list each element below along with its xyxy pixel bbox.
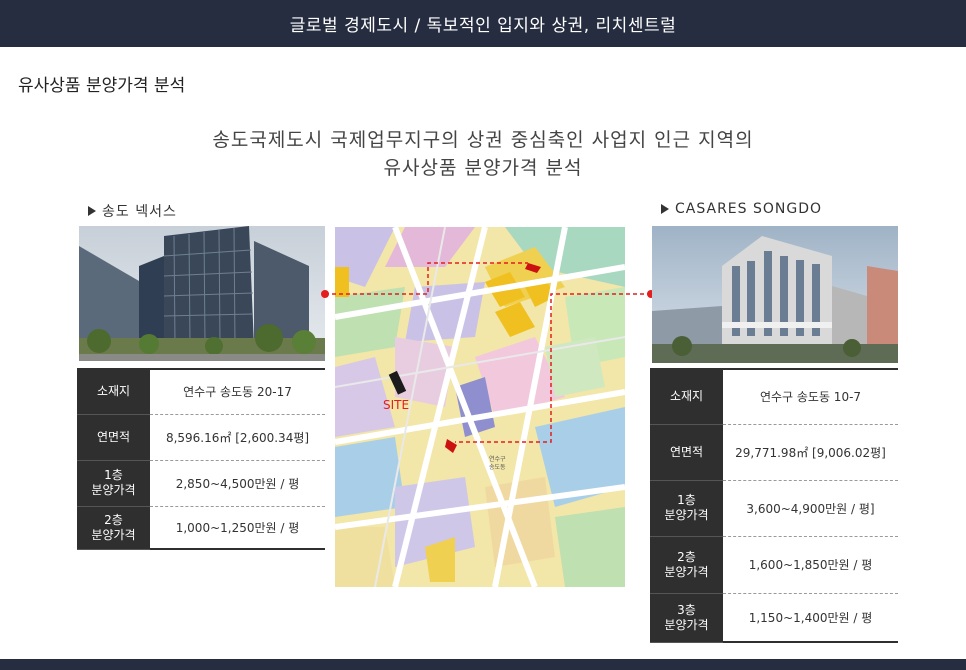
table-row: 1층 분양가격 2,850~4,500만원 / 평 xyxy=(77,460,325,507)
row-label: 연면적 xyxy=(650,424,723,481)
row-label: 2층 분양가격 xyxy=(77,506,150,550)
row-label: 3층 분양가격 xyxy=(650,593,723,643)
site-map: 연수구 송도동 xyxy=(335,227,625,587)
triangle-bullet-icon xyxy=(88,206,96,216)
headline-line-1: 송도국제도시 국제업무지구의 상권 중심축인 사업지 인근 지역의 xyxy=(212,129,754,151)
table-row: 3층 분양가격 1,150~1,400만원 / 평 xyxy=(650,593,898,643)
row-value: 1,150~1,400만원 / 평 xyxy=(723,593,898,643)
headline: 송도국제도시 국제업무지구의 상권 중심축인 사업지 인근 지역의 유사상품 분… xyxy=(0,126,966,182)
triangle-bullet-icon xyxy=(661,204,669,214)
row-label: 연면적 xyxy=(77,414,150,461)
row-label: 1층 분양가격 xyxy=(77,460,150,507)
banner-title: 글로벌 경제도시 / 독보적인 입지와 상권, 리치센트럴 xyxy=(289,16,677,36)
row-label: 1층 분양가격 xyxy=(650,480,723,537)
right-property-label: CASARES SONGDO xyxy=(675,201,823,217)
row-label: 소재지 xyxy=(650,368,723,425)
table-row: 연면적 8,596.16㎡ [2,600.34평] xyxy=(77,414,325,461)
row-value: 1,600~1,850만원 / 평 xyxy=(723,536,898,594)
left-building-photo xyxy=(79,226,325,361)
row-value: 8,596.16㎡ [2,600.34평] xyxy=(150,414,325,461)
right-building-photo xyxy=(652,226,898,363)
row-label: 소재지 xyxy=(77,368,150,415)
row-value: 연수구 송도동 10-7 xyxy=(723,368,898,425)
table-row: 소재지 연수구 송도동 20-17 xyxy=(77,368,325,415)
right-info-table: 소재지 연수구 송도동 10-7 연면적 29,771.98㎡ [9,006.0… xyxy=(650,368,898,643)
top-banner: 글로벌 경제도시 / 독보적인 입지와 상권, 리치센트럴 xyxy=(0,0,966,47)
table-row: 소재지 연수구 송도동 10-7 xyxy=(650,368,898,425)
map-district-label-1: 연수구 xyxy=(489,455,506,463)
table-row: 2층 분양가격 1,600~1,850만원 / 평 xyxy=(650,536,898,594)
row-value: 3,600~4,900만원 / 평] xyxy=(723,480,898,537)
map-district-label-2: 송도동 xyxy=(489,463,506,471)
table-row: 연면적 29,771.98㎡ [9,006.02평] xyxy=(650,424,898,481)
row-value: 2,850~4,500만원 / 평 xyxy=(150,460,325,507)
row-label: 2층 분양가격 xyxy=(650,536,723,594)
row-value: 29,771.98㎡ [9,006.02평] xyxy=(723,424,898,481)
left-property-name: 송도 넥서스 xyxy=(88,201,177,221)
site-label: SITE xyxy=(383,398,410,412)
left-info-table: 소재지 연수구 송도동 20-17 연면적 8,596.16㎡ [2,600.3… xyxy=(77,368,325,550)
headline-line-2: 유사상품 분양가격 분석 xyxy=(383,157,583,179)
table-row: 2층 분양가격 1,000~1,250만원 / 평 xyxy=(77,506,325,550)
section-title: 유사상품 분양가격 분석 xyxy=(18,76,186,96)
right-property-name: CASARES SONGDO xyxy=(661,201,822,217)
row-value: 연수구 송도동 20-17 xyxy=(150,368,325,415)
row-value: 1,000~1,250만원 / 평 xyxy=(150,506,325,550)
bottom-bar xyxy=(0,659,966,670)
table-row: 1층 분양가격 3,600~4,900만원 / 평] xyxy=(650,480,898,537)
left-property-label: 송도 넥서스 xyxy=(102,204,177,220)
